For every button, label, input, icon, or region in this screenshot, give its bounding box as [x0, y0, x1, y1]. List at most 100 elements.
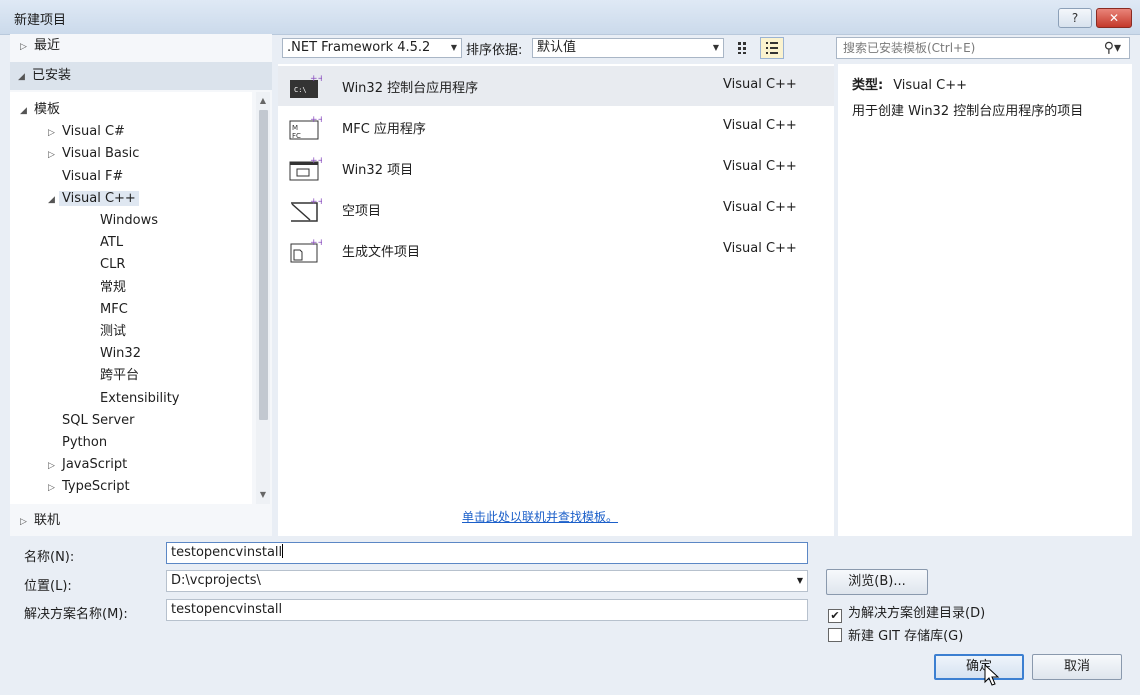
- location-value: D:\vcprojects\: [171, 573, 261, 588]
- svg-text:++: ++: [310, 74, 322, 84]
- sort-value: 默认值: [537, 40, 577, 55]
- template-name: MFC 应用程序: [342, 122, 426, 137]
- solution-name-input[interactable]: testopencvinstall: [166, 599, 808, 621]
- help-button[interactable]: ?: [1058, 8, 1092, 28]
- tree-item[interactable]: Extensibility: [86, 389, 180, 409]
- solution-name-value: testopencvinstall: [171, 602, 283, 617]
- tree-item[interactable]: ATL: [86, 233, 123, 253]
- template-list: C:\ ++ Win32 控制台应用程序 Visual C++ M FC ++ MFC 应用程…: [278, 64, 834, 536]
- tree-item[interactable]: 测试: [86, 322, 126, 342]
- template-language: Visual C++: [723, 118, 797, 133]
- list-view-button[interactable]: [760, 37, 784, 59]
- title-bar: 新建项目 ? ✕: [0, 0, 1140, 35]
- tree-item[interactable]: SQL Server: [48, 411, 135, 431]
- svg-text:M: M: [292, 124, 298, 132]
- name-input[interactable]: testopencvinstall: [166, 542, 808, 564]
- tree-item[interactable]: ▷ JavaScript: [48, 455, 127, 475]
- svg-text:++: ++: [310, 156, 322, 166]
- tree-item[interactable]: ◢ 模板: [20, 100, 60, 120]
- search-input[interactable]: 搜索已安装模板(Ctrl+E) ⚲▾: [836, 37, 1130, 59]
- location-combo[interactable]: D:\vcprojects\ ▼: [166, 570, 808, 592]
- description-text: 用于创建 Win32 控制台应用程序的项目: [852, 104, 1084, 119]
- template-name: 空项目: [342, 204, 382, 219]
- checkbox-checked-icon[interactable]: ✔: [828, 609, 842, 623]
- online-section[interactable]: ▷ 联机: [10, 508, 272, 534]
- scroll-up-icon[interactable]: ▲: [256, 94, 270, 108]
- makefile-project-icon: ++: [288, 236, 325, 264]
- template-row[interactable]: C:\ ++ Win32 控制台应用程序 Visual C++: [278, 66, 834, 106]
- tree-item-label: TypeScript: [62, 479, 130, 495]
- installed-section[interactable]: ◢ 已安装: [10, 62, 272, 90]
- template-name: 生成文件项目: [342, 245, 421, 260]
- tree-item[interactable]: ▷ TypeScript: [48, 477, 130, 497]
- tree-item-label: Visual C++: [59, 190, 139, 206]
- chevron-down-icon[interactable]: ▼: [797, 571, 803, 591]
- dialog-title: 新建项目: [14, 13, 67, 28]
- tree-item[interactable]: Python: [48, 433, 107, 453]
- tree-item-label: Win32: [100, 346, 141, 362]
- installed-label: 已安装: [32, 68, 72, 83]
- scroll-down-icon[interactable]: ▼: [256, 488, 270, 502]
- search-icon[interactable]: ⚲▾: [1104, 38, 1121, 58]
- scroll-thumb[interactable]: [259, 110, 268, 420]
- expand-arrow-icon[interactable]: ▷: [48, 145, 62, 165]
- tree-item-label: ATL: [100, 235, 124, 251]
- svg-text:C:\: C:\: [294, 86, 307, 94]
- template-language: Visual C++: [723, 159, 797, 174]
- framework-select[interactable]: .NET Framework 4.5.2 ▼: [282, 38, 462, 58]
- sort-select[interactable]: 默认值 ▼: [532, 38, 724, 58]
- template-row[interactable]: ++ 生成文件项目 Visual C++: [278, 230, 834, 270]
- tree-item[interactable]: ◢ Visual C++: [48, 189, 139, 209]
- svg-text:++: ++: [310, 238, 322, 248]
- tree-item-label: Visual F#: [62, 168, 124, 184]
- tree-scrollbar[interactable]: ▲ ▼: [256, 92, 270, 504]
- tree-item[interactable]: 跨平台: [86, 366, 139, 386]
- online-label: 联机: [34, 513, 61, 528]
- tree-item-label: Extensibility: [100, 390, 180, 406]
- ok-button[interactable]: 确定: [934, 654, 1024, 680]
- tree-item-label: 常规: [100, 279, 127, 295]
- new-project-dialog: 新建项目 ? ✕ ▷ 最近 ◢ 已安装 ◢ 模板 ▷ Visual C# ▷ Visual B…: [0, 0, 1140, 695]
- template-language: Visual C++: [723, 77, 797, 92]
- location-label: 位置(L):: [24, 579, 72, 594]
- small-icons-view-button[interactable]: [732, 37, 756, 59]
- tree-item[interactable]: ▷ Visual C#: [48, 122, 125, 142]
- cancel-button[interactable]: 取消: [1032, 654, 1122, 680]
- tree-item-label: 测试: [100, 324, 127, 339]
- tree-item[interactable]: Win32: [86, 344, 141, 364]
- template-tree: ◢ 模板 ▷ Visual C# ▷ Visual Basic Visual F# ◢ Visu…: [10, 92, 252, 504]
- tree-item[interactable]: ▷ Visual Basic: [48, 144, 139, 164]
- chevron-down-icon: ▼: [712, 43, 719, 52]
- close-button[interactable]: ✕: [1096, 8, 1132, 28]
- tree-item[interactable]: Windows: [86, 211, 158, 231]
- expand-arrow-icon: ▷: [20, 42, 27, 52]
- expand-arrow-icon[interactable]: ▷: [48, 123, 62, 143]
- tree-item[interactable]: Visual F#: [48, 167, 123, 187]
- tree-item[interactable]: MFC: [86, 300, 128, 320]
- mouse-cursor-icon: [984, 664, 1000, 686]
- template-row[interactable]: ++ Win32 项目 Visual C++: [278, 148, 834, 188]
- collapse-arrow-icon: ◢: [18, 72, 25, 82]
- tree-item-label: 跨平台: [100, 368, 140, 384]
- recent-section[interactable]: ▷ 最近: [10, 34, 272, 60]
- new-git-repo-checkbox[interactable]: 新建 GIT 存储库(G): [828, 625, 963, 644]
- template-row[interactable]: ++ 空项目 Visual C++: [278, 189, 834, 229]
- tree-item-label: Visual C#: [62, 124, 125, 140]
- tree-item[interactable]: CLR: [86, 255, 125, 275]
- collapse-arrow-icon[interactable]: ◢: [20, 101, 34, 121]
- svg-text:++: ++: [310, 115, 322, 125]
- framework-value: .NET Framework 4.5.2: [287, 40, 431, 55]
- expand-arrow-icon[interactable]: ▷: [48, 478, 62, 498]
- create-directory-label: 为解决方案创建目录(D): [848, 606, 986, 621]
- grid-view-icon: [738, 42, 746, 54]
- template-row[interactable]: M FC ++ MFC 应用程序 Visual C++: [278, 107, 834, 147]
- tree-item[interactable]: 常规: [86, 278, 126, 298]
- find-online-templates-link[interactable]: 单击此处以联机并查找模板。: [462, 508, 618, 525]
- category-pane: ▷ 最近 ◢ 已安装 ◢ 模板 ▷ Visual C# ▷ Visual Basic Visua…: [10, 34, 272, 536]
- browse-button[interactable]: 浏览(B)...: [826, 569, 928, 595]
- tree-item-label: SQL Server: [62, 412, 135, 428]
- create-directory-checkbox[interactable]: ✔ 为解决方案创建目录(D): [828, 602, 985, 623]
- checkbox-unchecked-icon[interactable]: [828, 628, 842, 642]
- text-caret: [282, 544, 284, 558]
- expand-arrow-icon[interactable]: ▷: [48, 456, 62, 476]
